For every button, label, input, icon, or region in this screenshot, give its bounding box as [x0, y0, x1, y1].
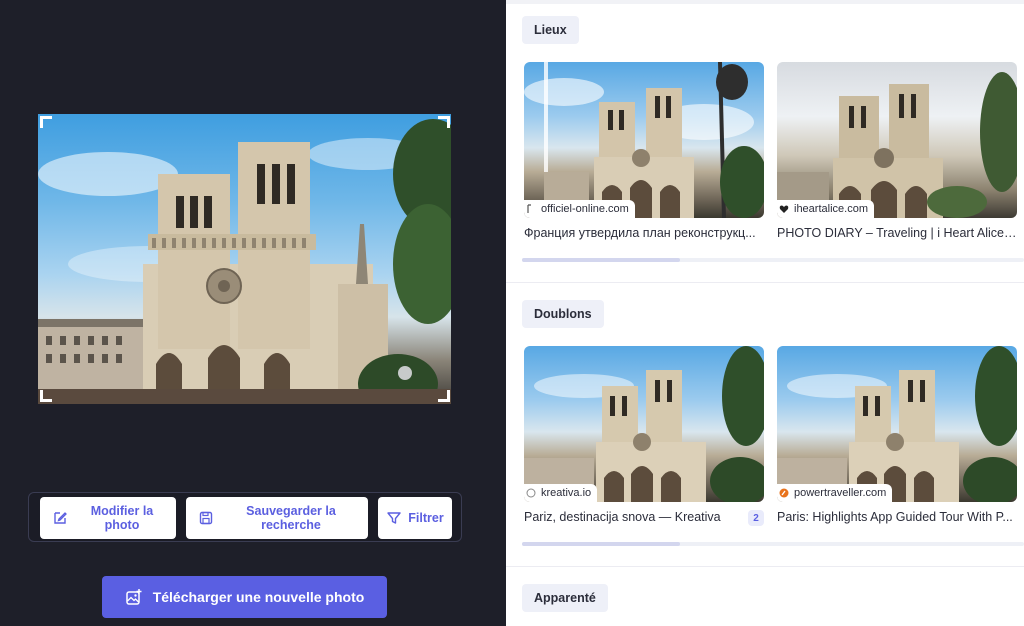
source-domain: kreativa.io	[541, 487, 592, 499]
section-chip-related[interactable]: Apparenté	[522, 584, 608, 612]
horizontal-scrollbar[interactable]	[522, 258, 1024, 262]
save-search-label: Sauvegarder la recherche	[246, 504, 336, 532]
source-tag: officiel-online.com	[524, 200, 635, 218]
crop-corner-top-left[interactable]	[40, 116, 52, 128]
crop-corner-top-right[interactable]	[438, 116, 450, 128]
results-panel: Lieux officiel-online.com Франция утверд…	[506, 0, 1024, 626]
section-divider	[506, 566, 1024, 567]
result-title[interactable]: Франция утвердила план реконструкц...	[524, 226, 764, 242]
source-tag: kreativa.io	[524, 484, 598, 502]
crop-corner-bottom-right[interactable]	[438, 390, 450, 402]
cathedral-image	[38, 119, 451, 404]
save-icon	[199, 511, 213, 525]
edit-icon	[54, 512, 67, 524]
result-thumbnail: kreativa.io	[524, 346, 764, 502]
result-card[interactable]: iheartalice.com PHOTO DIARY – Traveling …	[777, 62, 1017, 242]
section-divider	[506, 282, 1024, 283]
scrollbar-thumb[interactable]	[522, 258, 680, 262]
source-favicon-icon	[526, 488, 536, 498]
cathedral-thumbnail-image	[777, 346, 1017, 502]
save-search-button[interactable]: Sauvegarder la recherche	[186, 497, 368, 539]
section-chip-places[interactable]: Lieux	[522, 16, 579, 44]
section-chip-duplicates[interactable]: Doublons	[522, 300, 604, 328]
horizontal-scrollbar[interactable]	[522, 542, 1024, 546]
upload-new-photo-button[interactable]: Télécharger une nouvelle photo	[102, 576, 387, 618]
source-domain: officiel-online.com	[541, 203, 629, 215]
result-thumbnail: powertraveller.com	[777, 346, 1017, 502]
modify-photo-button[interactable]: Modifier la photo	[40, 497, 176, 539]
result-title[interactable]: PHOTO DIARY – Traveling | i Heart Alice …	[777, 226, 1017, 242]
result-card[interactable]: officiel-online.com Франция утвердила пл…	[524, 62, 764, 242]
result-thumbnail: iheartalice.com	[777, 62, 1017, 218]
result-title[interactable]: Paris: Highlights App Guided Tour With P…	[777, 510, 1017, 526]
source-tag: powertraveller.com	[777, 484, 893, 502]
result-card[interactable]: powertraveller.com Paris: Highlights App…	[777, 346, 1017, 526]
modify-photo-label: Modifier la photo	[90, 504, 154, 532]
source-domain: iheartalice.com	[794, 203, 868, 215]
image-add-icon	[125, 589, 142, 605]
source-favicon-icon	[779, 488, 789, 498]
drag-handle[interactable]	[398, 366, 412, 380]
filter-label: Filtrer	[408, 511, 444, 525]
scrollbar-thumb[interactable]	[522, 542, 680, 546]
filter-button[interactable]: Filtrer	[378, 497, 452, 539]
cathedral-thumbnail-image	[524, 62, 764, 218]
heart-icon	[779, 205, 789, 213]
crop-corner-bottom-left[interactable]	[40, 390, 52, 402]
upload-label: Télécharger une nouvelle photo	[152, 589, 365, 605]
source-domain: powertraveller.com	[794, 487, 887, 499]
cathedral-thumbnail-image	[524, 346, 764, 502]
photo-toolbar: Modifier la photo Sauvegarder la recherc…	[28, 492, 462, 542]
top-scroll-edge	[506, 0, 1024, 4]
uploaded-photo	[38, 114, 451, 404]
result-card[interactable]: kreativa.io Pariz, destinacija snova — K…	[524, 346, 764, 526]
result-title[interactable]: Pariz, destinacija snova — Kreativa	[524, 510, 738, 526]
source-tag: iheartalice.com	[777, 200, 874, 218]
cathedral-thumbnail-image	[777, 72, 1017, 218]
source-favicon-icon	[527, 204, 531, 213]
filter-icon	[387, 512, 401, 524]
photo-editor-panel: Modifier la photo Sauvegarder la recherc…	[0, 0, 506, 626]
duplicate-count-badge: 2	[748, 510, 764, 526]
result-thumbnail: officiel-online.com	[524, 62, 764, 218]
